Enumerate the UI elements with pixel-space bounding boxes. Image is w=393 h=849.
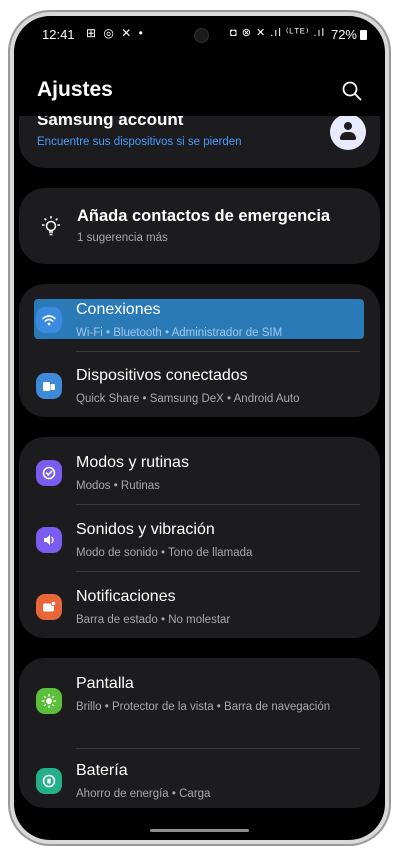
search-icon[interactable] <box>341 80 363 102</box>
suggestion-title: Añada contactos de emergencia <box>77 207 331 225</box>
suggestion-subtitle: 1 sugerencia más <box>77 232 168 244</box>
camera-cutout <box>194 28 209 43</box>
settings-item-subtitle: Modos • Rutinas <box>76 480 160 492</box>
account-subtitle: Encuentre sus dispositivos si se pierden <box>37 136 242 148</box>
notifications-icon <box>36 594 62 620</box>
divider <box>76 504 360 505</box>
page-title: Ajustes <box>37 78 113 101</box>
status-system-icons: ◘ ⊗ ✕ .ıl ⁽ᴸᵀᴱ⁾ .ıl <box>230 27 326 39</box>
account-title: Samsung account <box>37 116 184 129</box>
settings-item-conexiones[interactable]: Conexiones Wi-Fi • Bluetooth • Administr… <box>19 288 380 350</box>
avatar-icon <box>330 116 366 150</box>
status-time: 12:41 <box>42 27 75 42</box>
battery-icon <box>36 768 62 794</box>
settings-item-label: Pantalla <box>76 675 134 692</box>
settings-item-label: Batería <box>76 762 128 779</box>
settings-item-notificaciones[interactable]: Notificaciones Barra de estado • No mole… <box>19 575 380 637</box>
settings-item-dispositivos-conectados[interactable]: Dispositivos conectados Quick Share • Sa… <box>19 354 380 416</box>
status-bar: 12:41 ⊞ ◎ ✕ • ◘ ⊗ ✕ .ıl ⁽ᴸᵀᴱ⁾ .ıl 72% <box>14 16 385 54</box>
settings-group-modes: Modos y rutinas Modos • Rutinas Sonidos … <box>19 437 380 638</box>
gesture-navigation-handle[interactable] <box>150 829 249 832</box>
modes-icon <box>36 460 62 486</box>
settings-item-subtitle: Barra de estado • No molestar <box>76 614 231 626</box>
divider <box>76 571 360 572</box>
settings-item-modos-y-rutinas[interactable]: Modos y rutinas Modos • Rutinas <box>19 441 380 503</box>
settings-item-subtitle: Wi-Fi • Bluetooth • Administrador de SIM <box>76 327 283 339</box>
settings-group-connections: Conexiones Wi-Fi • Bluetooth • Administr… <box>19 284 380 417</box>
phone-screen: 12:41 ⊞ ◎ ✕ • ◘ ⊗ ✕ .ıl ⁽ᴸᵀᴱ⁾ .ıl 72% Aj… <box>14 16 385 840</box>
settings-item-subtitle: Ahorro de energía • Carga <box>76 788 211 800</box>
settings-item-bateria[interactable]: Batería Ahorro de energía • Carga <box>19 749 380 808</box>
wifi-icon <box>36 307 62 333</box>
devices-icon <box>36 373 62 399</box>
settings-item-pantalla[interactable]: Pantalla Brillo • Protector de la vista … <box>19 662 380 744</box>
emergency-suggestion-card[interactable]: Añada contactos de emergencia 1 sugerenc… <box>19 188 380 264</box>
status-notification-icons: ⊞ ◎ ✕ • <box>86 26 145 40</box>
sound-icon <box>36 527 62 553</box>
battery-level-icon <box>360 30 367 40</box>
settings-item-label: Notificaciones <box>76 588 176 605</box>
divider <box>76 351 360 352</box>
battery-percent: 72% <box>330 27 357 42</box>
lightbulb-icon <box>42 216 60 236</box>
settings-item-subtitle: Quick Share • Samsung DeX • Android Auto <box>76 393 300 405</box>
settings-item-label: Dispositivos conectados <box>76 367 248 384</box>
samsung-account-card[interactable]: Samsung account Encuentre sus dispositiv… <box>19 116 380 168</box>
display-icon <box>36 688 62 714</box>
settings-item-label: Sonidos y vibración <box>76 521 215 538</box>
settings-item-subtitle: Brillo • Protector de la vista • Barra d… <box>76 701 331 713</box>
settings-item-sonidos-y-vibracion[interactable]: Sonidos y vibración Modo de sonido • Ton… <box>19 508 380 570</box>
settings-item-subtitle: Modo de sonido • Tono de llamada <box>76 547 253 559</box>
settings-item-label: Modos y rutinas <box>76 454 189 471</box>
settings-item-label: Conexiones <box>76 301 161 318</box>
settings-group-display: Pantalla Brillo • Protector de la vista … <box>19 658 380 808</box>
